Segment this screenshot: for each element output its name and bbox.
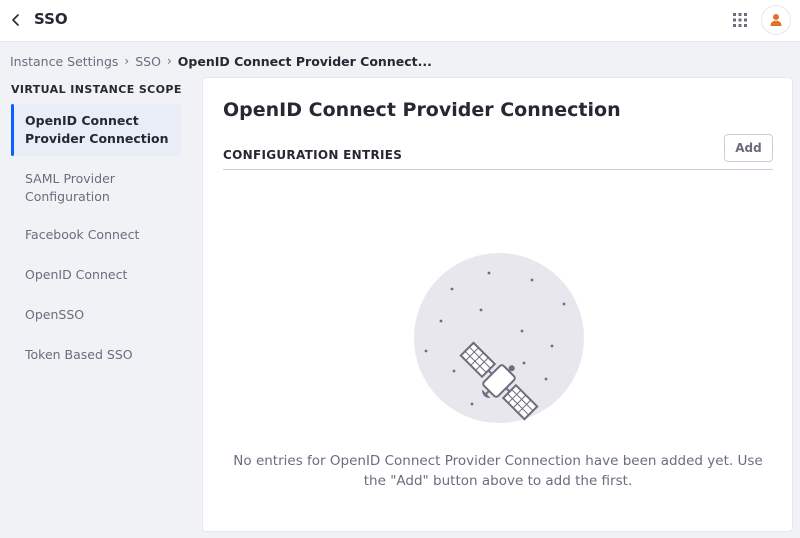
breadcrumb: Instance Settings › SSO › OpenID Connect…: [10, 52, 432, 70]
divider: [223, 169, 773, 170]
add-button[interactable]: Add: [724, 134, 773, 162]
sidebar-item-label: OpenID Connect: [25, 267, 128, 282]
sidebar-scope-label: VIRTUAL INSTANCE SCOPE: [11, 83, 182, 96]
configuration-entries-heading: CONFIGURATION ENTRIES: [223, 148, 403, 162]
satellite-icon: [414, 253, 584, 423]
sidebar-item-openid-connect-provider-connection[interactable]: OpenID Connect Provider Connection: [11, 104, 181, 156]
sidebar-item-label: OpenSSO: [25, 307, 85, 322]
sidebar-item-opensso[interactable]: OpenSSO: [11, 296, 181, 334]
configuration-card: OpenID Connect Provider Connection CONFI…: [202, 77, 793, 532]
breadcrumb-instance-settings[interactable]: Instance Settings: [10, 54, 118, 69]
page-title: SSO: [34, 10, 68, 28]
chevron-left-icon: [12, 14, 19, 26]
sidebar-item-facebook-connect[interactable]: Facebook Connect: [11, 216, 181, 254]
sidebar-item-label: Token Based SSO: [25, 347, 133, 362]
breadcrumb-separator-icon: ›: [124, 54, 130, 68]
breadcrumb-separator-icon: ›: [166, 54, 172, 68]
sidebar-item-token-based-sso[interactable]: Token Based SSO: [11, 336, 181, 374]
sidebar-item-label: OpenID Connect Provider Connection: [25, 113, 169, 146]
sidebar-nav: OpenID Connect Provider Connection SAML …: [11, 104, 181, 376]
card-title: OpenID Connect Provider Connection: [223, 99, 621, 121]
sidebar-item-saml-provider-configuration[interactable]: SAML Provider Configuration: [11, 162, 181, 214]
back-button[interactable]: [6, 10, 26, 30]
top-header: SSO: [0, 0, 800, 42]
apps-menu-button[interactable]: [730, 10, 750, 30]
sidebar-item-label: SAML Provider Configuration: [25, 171, 115, 204]
empty-state-message: No entries for OpenID Connect Provider C…: [233, 453, 763, 489]
grid-icon: [733, 13, 747, 27]
sidebar-item-label: Facebook Connect: [25, 227, 140, 242]
user-avatar[interactable]: [761, 5, 791, 35]
breadcrumb-sso[interactable]: SSO: [135, 54, 161, 69]
sidebar-item-openid-connect[interactable]: OpenID Connect: [11, 256, 181, 294]
breadcrumb-current: OpenID Connect Provider Connect...: [177, 53, 432, 69]
user-icon: [770, 14, 782, 26]
